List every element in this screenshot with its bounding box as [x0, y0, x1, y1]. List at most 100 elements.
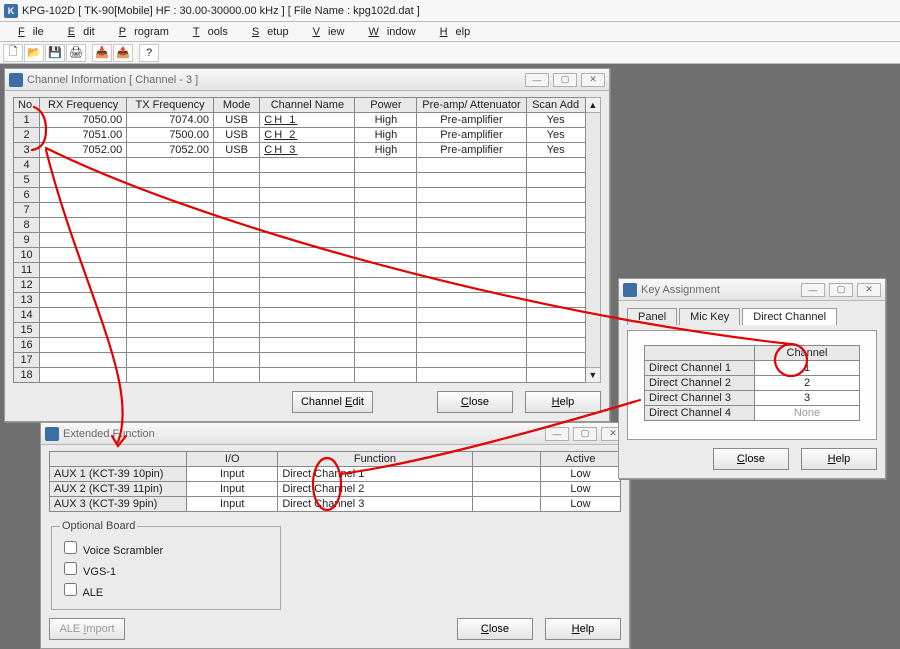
- row-number: 17: [14, 353, 40, 368]
- row-number: 16: [14, 338, 40, 353]
- menu-program[interactable]: Program: [103, 24, 177, 40]
- col-header: RX Frequency: [40, 98, 127, 113]
- scroll-up-icon[interactable]: ▲: [586, 98, 600, 113]
- close-button[interactable]: ✕: [581, 73, 605, 87]
- optional-board-item[interactable]: Voice Scrambler: [60, 538, 272, 557]
- table-row[interactable]: Direct Channel 33: [645, 391, 860, 406]
- table-row[interactable]: 15: [14, 323, 586, 338]
- table-row[interactable]: 12: [14, 278, 586, 293]
- table-row[interactable]: 8: [14, 218, 586, 233]
- col-header: Power: [355, 98, 417, 113]
- table-row[interactable]: 7: [14, 203, 586, 218]
- help-button[interactable]: Help: [801, 448, 877, 470]
- print-icon[interactable]: 🖨: [66, 44, 86, 62]
- row-number: 14: [14, 308, 40, 323]
- table-row[interactable]: 11: [14, 263, 586, 278]
- minimize-button[interactable]: —: [801, 283, 825, 297]
- channel-edit-button[interactable]: Channel Edit: [292, 391, 373, 413]
- table-row[interactable]: AUX 2 (KCT-39 11pin)InputDirect Channel …: [50, 482, 621, 497]
- aux-table[interactable]: I/OFunctionActiveAUX 1 (KCT-39 10pin)Inp…: [49, 451, 621, 512]
- channel-table[interactable]: No.RX FrequencyTX FrequencyModeChannel N…: [13, 97, 586, 383]
- minimize-button[interactable]: —: [525, 73, 549, 87]
- table-row[interactable]: 14: [14, 308, 586, 323]
- help-button[interactable]: Help: [525, 391, 601, 413]
- tab-direct-channel[interactable]: Direct Channel: [742, 308, 837, 325]
- table-row[interactable]: 10: [14, 248, 586, 263]
- close-button[interactable]: ✕: [857, 283, 881, 297]
- table-row[interactable]: 27051.007500.00USBCH 2HighPre-amplifierY…: [14, 128, 586, 143]
- table-row[interactable]: Direct Channel 11: [645, 361, 860, 376]
- maximize-button[interactable]: ▢: [573, 427, 597, 441]
- table-row[interactable]: Direct Channel 4None: [645, 406, 860, 421]
- optional-board-item[interactable]: VGS-1: [60, 559, 272, 578]
- menu-view[interactable]: View: [297, 24, 353, 40]
- menu-setup[interactable]: Setup: [236, 24, 297, 40]
- table-row[interactable]: 4: [14, 158, 586, 173]
- window-extended-function-titlebar[interactable]: Extended Function — ▢ ✕: [41, 423, 629, 445]
- maximize-button[interactable]: ▢: [829, 283, 853, 297]
- row-number: 2: [14, 128, 40, 143]
- window-icon: [45, 427, 59, 441]
- app-logo-icon: K: [4, 4, 18, 18]
- scroll-down-icon[interactable]: ▼: [586, 367, 600, 382]
- col-header: [472, 452, 541, 467]
- window-key-assignment-titlebar[interactable]: Key Assignment — ▢ ✕: [619, 279, 885, 301]
- table-row[interactable]: 13: [14, 293, 586, 308]
- menu-help[interactable]: Help: [424, 24, 479, 40]
- new-file-icon[interactable]: 🗋: [3, 44, 23, 62]
- app-title: KPG-102D [ TK-90[Mobile] HF : 30.00-3000…: [22, 5, 420, 17]
- close-button[interactable]: Close: [713, 448, 789, 470]
- read-device-icon[interactable]: 📥: [92, 44, 112, 62]
- menu-tools[interactable]: Tools: [177, 24, 236, 40]
- channel-table-scrollbar[interactable]: ▲ ▼: [586, 97, 601, 383]
- tab-direct-channel-page: ChannelDirect Channel 11Direct Channel 2…: [627, 330, 877, 440]
- window-channel-info: Channel Information [ Channel - 3 ] — ▢ …: [4, 68, 610, 422]
- table-row[interactable]: AUX 3 (KCT-39 9pin)InputDirect Channel 3…: [50, 497, 621, 512]
- row-number: 18: [14, 368, 40, 383]
- table-row[interactable]: 6: [14, 188, 586, 203]
- open-file-icon[interactable]: 📂: [24, 44, 44, 62]
- mdi-area: Channel Information [ Channel - 3 ] — ▢ …: [0, 64, 900, 641]
- table-row[interactable]: Direct Channel 22: [645, 376, 860, 391]
- table-row[interactable]: 17: [14, 353, 586, 368]
- table-row[interactable]: 5: [14, 173, 586, 188]
- row-number: 5: [14, 173, 40, 188]
- menu-file[interactable]: File: [2, 24, 52, 40]
- maximize-button[interactable]: ▢: [553, 73, 577, 87]
- tab-mic-key[interactable]: Mic Key: [679, 308, 740, 325]
- row-number: 3: [14, 143, 40, 158]
- col-header: [50, 452, 187, 467]
- col-header: Scan Add: [526, 98, 585, 113]
- menubar: File Edit Program Tools Setup View Windo…: [0, 22, 900, 42]
- help-icon[interactable]: ?: [139, 44, 159, 62]
- table-row[interactable]: 9: [14, 233, 586, 248]
- window-channel-info-titlebar[interactable]: Channel Information [ Channel - 3 ] — ▢ …: [5, 69, 609, 91]
- app-titlebar: K KPG-102D [ TK-90[Mobile] HF : 30.00-30…: [0, 0, 900, 22]
- table-row[interactable]: 18: [14, 368, 586, 383]
- table-row[interactable]: 16: [14, 338, 586, 353]
- optional-board-checkbox[interactable]: [64, 583, 77, 596]
- row-number: 12: [14, 278, 40, 293]
- table-row[interactable]: 17050.007074.00USBCH 1HighPre-amplifierY…: [14, 113, 586, 128]
- col-header: Channel: [755, 346, 860, 361]
- direct-channel-table[interactable]: ChannelDirect Channel 11Direct Channel 2…: [644, 345, 860, 421]
- col-header: [645, 346, 755, 361]
- row-number: 1: [14, 113, 40, 128]
- minimize-button[interactable]: —: [545, 427, 569, 441]
- save-file-icon[interactable]: 💾: [45, 44, 65, 62]
- table-row[interactable]: 37052.007052.00USBCH 3HighPre-amplifierY…: [14, 143, 586, 158]
- close-button[interactable]: Close: [437, 391, 513, 413]
- menu-window[interactable]: Window: [352, 24, 423, 40]
- help-button[interactable]: Help: [545, 618, 621, 640]
- window-icon: [9, 73, 23, 87]
- table-row[interactable]: AUX 1 (KCT-39 10pin)InputDirect Channel …: [50, 467, 621, 482]
- optional-board-checkbox[interactable]: [64, 541, 77, 554]
- tab-panel[interactable]: Panel: [627, 308, 677, 325]
- write-device-icon[interactable]: 📤: [113, 44, 133, 62]
- row-number: 13: [14, 293, 40, 308]
- optional-board-item[interactable]: ALE: [60, 580, 272, 599]
- row-number: 11: [14, 263, 40, 278]
- close-button[interactable]: Close: [457, 618, 533, 640]
- menu-edit[interactable]: Edit: [52, 24, 103, 40]
- optional-board-checkbox[interactable]: [64, 562, 77, 575]
